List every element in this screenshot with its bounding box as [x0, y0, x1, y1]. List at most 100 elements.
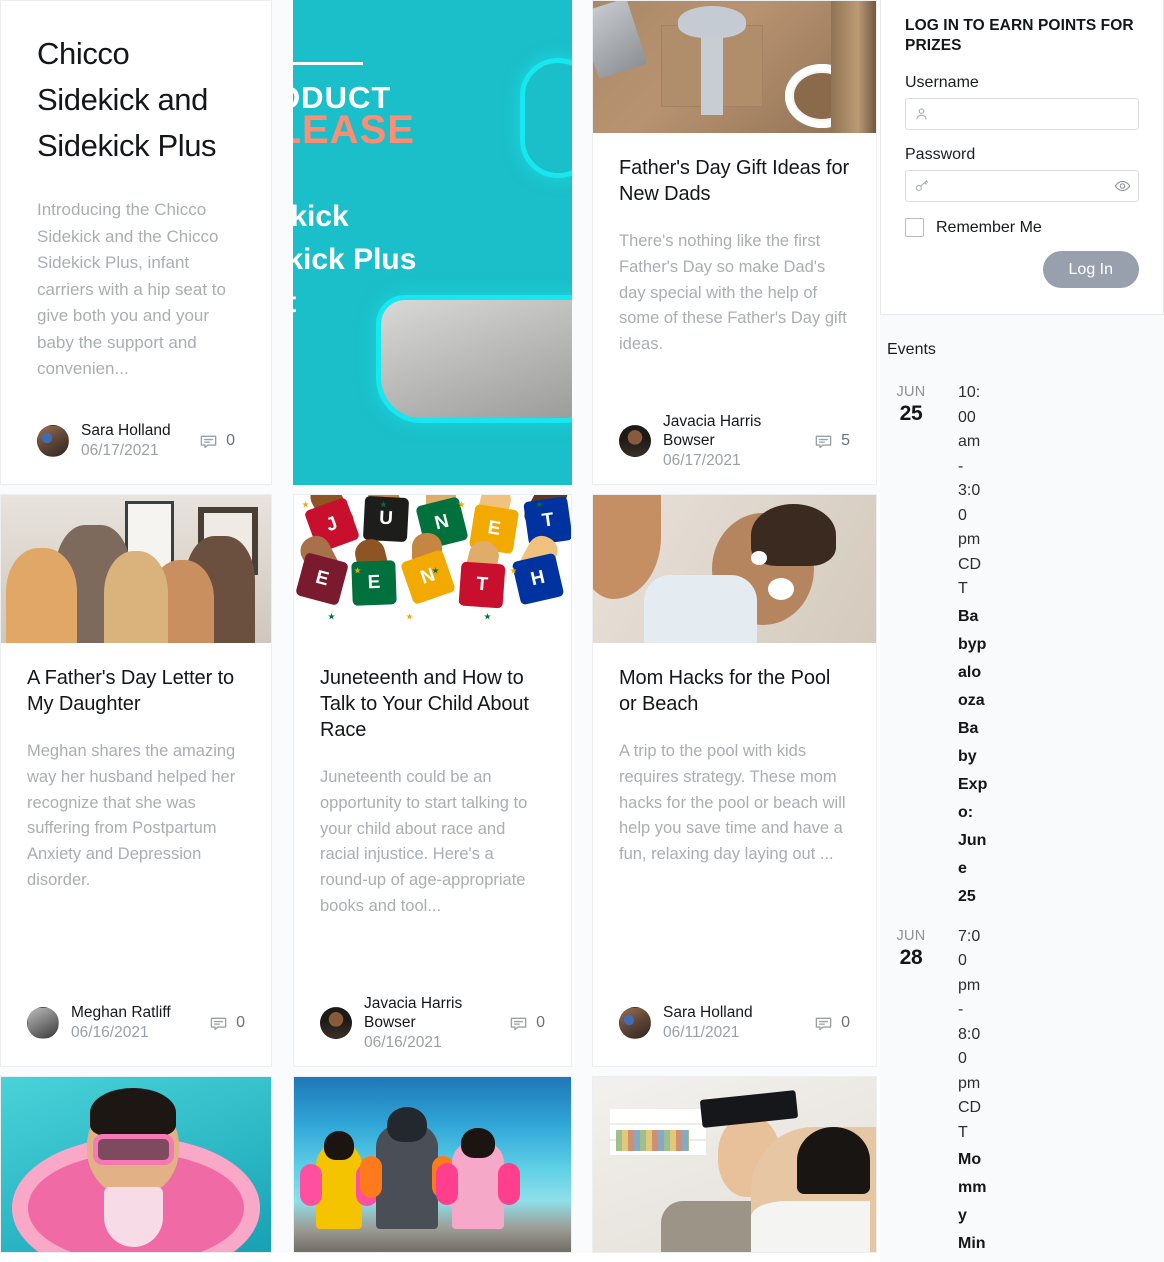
- post-author[interactable]: Javacia Harris Bowser: [364, 994, 501, 1032]
- post-date: 06/17/2021: [663, 451, 741, 469]
- post-date: 06/11/2021: [663, 1024, 740, 1041]
- decorative-shirt: [751, 1200, 871, 1252]
- log-in-button[interactable]: Log In: [1042, 251, 1139, 288]
- post-comment-count-group[interactable]: 0: [209, 1014, 245, 1033]
- post-card-fathers-day-gift-ideas[interactable]: Father's Day Gift Ideas for New Dads The…: [592, 0, 877, 485]
- post-comment-count-group[interactable]: 0: [509, 1014, 545, 1033]
- decorative-star: [302, 501, 309, 508]
- eye-icon[interactable]: [1114, 178, 1131, 195]
- decorative-puzzle-piece: E: [351, 560, 397, 606]
- post-excerpt: There's nothing like the first Father's …: [619, 232, 847, 354]
- post-meta: Javacia Harris Bowser 06/17/2021 5: [593, 398, 876, 484]
- password-field-wrap: [905, 170, 1139, 202]
- post-date: 06/16/2021: [364, 1033, 442, 1051]
- comment-bubble-icon: [814, 1014, 833, 1033]
- remember-me-row[interactable]: Remember Me: [905, 218, 1139, 237]
- avatar: [619, 1007, 651, 1039]
- page-root: Chicco Sidekick and Sidekick Plus Introd…: [0, 0, 1164, 1262]
- post-card-chicco-sidekick[interactable]: Chicco Sidekick and Sidekick Plus Introd…: [0, 0, 272, 485]
- event-item[interactable]: JUN 28 7:00 pm - 8:00 pm CDT Mommy Mingl…: [880, 925, 1164, 1262]
- avatar: [27, 1007, 59, 1039]
- decorative-books: [615, 1130, 690, 1152]
- event-item[interactable]: JUN 25 10:00 am - 3:00 pm CDT Babypalooz…: [880, 381, 1164, 925]
- decorative-swimsuit: [103, 1186, 163, 1247]
- decorative-arm-float: [498, 1162, 520, 1205]
- decorative-sunglasses: [92, 1133, 174, 1166]
- post-title[interactable]: A Father's Day Letter to My Daughter: [27, 665, 245, 717]
- post-card-row3-3[interactable]: [592, 1076, 877, 1253]
- event-day: 28: [899, 945, 923, 969]
- post-excerpt: Juneteenth could be an opportunity to st…: [320, 768, 528, 915]
- event-title[interactable]: Babypalooza Baby Expo: June 25: [958, 603, 988, 911]
- event-info: 7:00 pm - 8:00 pm CDT Mommy Mingle: [958, 925, 988, 1262]
- decorative-hair: [387, 1106, 427, 1142]
- post-title[interactable]: Mom Hacks for the Pool or Beach: [619, 665, 850, 717]
- decorative-star: [328, 613, 335, 620]
- post-byline: Meghan Ratliff 06/16/2021: [71, 1003, 201, 1043]
- post-thumbnail-juneteenth: JUNETEENTH: [294, 495, 571, 643]
- post-card-row3-1[interactable]: [0, 1076, 272, 1253]
- event-month: JUN: [896, 384, 926, 400]
- post-card-body: Juneteenth and How to Talk to Your Child…: [294, 643, 571, 920]
- post-author[interactable]: Javacia Harris Bowser: [663, 412, 806, 450]
- post-title[interactable]: Juneteenth and How to Talk to Your Child…: [320, 665, 545, 743]
- grid-gutter: [0, 1067, 880, 1076]
- grid-gutter: [272, 1076, 293, 1253]
- post-author[interactable]: Sara Holland: [81, 421, 191, 440]
- product-line-1: Sidekick: [293, 200, 349, 233]
- grid-gutter: [272, 0, 293, 485]
- event-month: JUN: [896, 927, 926, 944]
- comment-count: 0: [236, 1014, 245, 1031]
- comment-bubble-icon: [199, 432, 218, 451]
- post-comment-count-group[interactable]: 5: [814, 432, 850, 451]
- post-excerpt: Meghan shares the amazing way her husban…: [27, 742, 236, 889]
- post-card-sidekick-product-image[interactable]: PRODUCT RELEASE Sidekick Sidekick Plus S…: [293, 0, 572, 485]
- post-date: 06/17/2021: [81, 442, 159, 459]
- post-thumbnail-product-release: PRODUCT RELEASE Sidekick Sidekick Plus S…: [293, 0, 572, 485]
- post-author[interactable]: Meghan Ratliff: [71, 1003, 201, 1022]
- decorative-tool: [593, 1, 648, 79]
- post-thumbnail-family: [1, 495, 271, 643]
- comment-count: 0: [226, 432, 235, 449]
- event-info: 10:00 am - 3:00 pm CDT Babypalooza Baby …: [958, 381, 988, 911]
- decorative-puzzle-piece: U: [362, 495, 410, 543]
- post-meta: Sara Holland 06/11/2021 0: [593, 980, 876, 1066]
- post-card-body: Chicco Sidekick and Sidekick Plus Introd…: [1, 1, 271, 383]
- post-date: 06/16/2021: [71, 1024, 149, 1041]
- comment-bubble-icon: [814, 432, 833, 451]
- password-input[interactable]: [905, 170, 1139, 202]
- post-title[interactable]: Father's Day Gift Ideas for New Dads: [619, 155, 850, 207]
- remember-me-checkbox[interactable]: [905, 218, 924, 237]
- post-card-juneteenth-talk-race[interactable]: JUNETEENTH Juneteenth and How to Talk to…: [293, 494, 572, 1067]
- events-widget: Events JUN 25 10:00 am - 3:00 pm CDT Bab…: [880, 315, 1164, 1262]
- username-input[interactable]: [905, 98, 1139, 130]
- post-excerpt: A trip to the pool with kids requires st…: [619, 742, 846, 864]
- post-byline: Sara Holland 06/17/2021: [81, 421, 191, 461]
- decorative-puzzle-piece: E: [295, 552, 349, 606]
- event-title[interactable]: Mommy Mingle: [958, 1146, 988, 1262]
- decorative-rule: [293, 62, 363, 65]
- username-field-wrap: [905, 98, 1139, 130]
- post-title[interactable]: Chicco Sidekick and Sidekick Plus: [37, 31, 235, 169]
- grid-gutter: [572, 0, 592, 485]
- decorative-hair: [90, 1087, 177, 1138]
- post-grid: Chicco Sidekick and Sidekick Plus Introd…: [0, 0, 880, 1262]
- decorative-onesie: [643, 574, 758, 643]
- post-comment-count-group[interactable]: 0: [199, 432, 235, 451]
- post-meta: Meghan Ratliff 06/16/2021 0: [1, 980, 271, 1066]
- post-card-body: Mom Hacks for the Pool or Beach A trip t…: [593, 643, 876, 868]
- post-card-fathers-day-letter[interactable]: A Father's Day Letter to My Daughter Meg…: [0, 494, 272, 1067]
- decorative-bow: [677, 6, 746, 38]
- decorative-arm-float: [436, 1162, 458, 1205]
- post-comment-count-group[interactable]: 0: [814, 1014, 850, 1033]
- decorative-star: [406, 613, 413, 620]
- post-author[interactable]: Sara Holland: [663, 1003, 806, 1022]
- decorative-puzzle-piece: H: [511, 552, 565, 606]
- post-byline: Sara Holland 06/11/2021: [663, 1003, 806, 1043]
- post-byline: Javacia Harris Bowser 06/17/2021: [663, 412, 806, 471]
- avatar: [619, 425, 651, 457]
- post-card-mom-hacks-pool-beach[interactable]: Mom Hacks for the Pool or Beach A trip t…: [592, 494, 877, 1067]
- post-card-row3-2[interactable]: [293, 1076, 572, 1253]
- post-byline: Javacia Harris Bowser 06/16/2021: [364, 994, 501, 1053]
- comment-bubble-icon: [509, 1014, 528, 1033]
